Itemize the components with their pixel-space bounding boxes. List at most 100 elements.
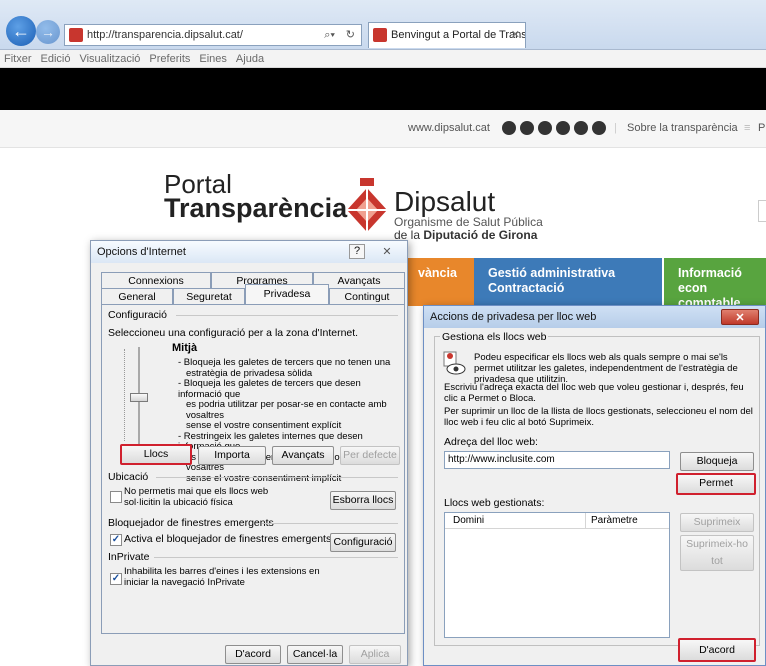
social-icons <box>498 110 606 146</box>
esborra-llocs-button[interactable]: Esborra llocs <box>330 491 396 510</box>
nav-divider: | <box>614 122 617 134</box>
internet-options-dialog: Opcions d'Internet ? ✕ Connexions Progra… <box>90 240 408 666</box>
bloquejador-checkbox[interactable]: ✓ <box>110 534 122 546</box>
internet-options-title: Opcions d'Internet <box>97 246 186 258</box>
menu-ajuda[interactable]: Ajuda <box>236 53 264 65</box>
privadesa-panel: Configuració Seleccioneu una configuraci… <box>101 304 405 634</box>
desc-line: - Bloqueja les galetes de tercers que no… <box>178 357 391 368</box>
bloqueja-button[interactable]: Bloqueja <box>680 452 754 471</box>
address-bar[interactable]: http://transparencia.dipsalut.cat/ ⌕▾ ↻ <box>64 24 362 46</box>
brand-subtitle-1: Organisme de Salut Pública <box>394 215 543 229</box>
nav-separator-icon: ≡ <box>744 122 751 134</box>
cancella-button[interactable]: Cancel·la <box>287 645 343 664</box>
column-parametre[interactable]: Paràmetre <box>591 513 638 529</box>
desc-line: sense el vostre consentiment explícit <box>186 420 342 431</box>
dipsalut-shield-logo <box>347 178 387 232</box>
tab-title: Benvingut a Portal de Trans... <box>391 29 526 41</box>
menu-visualitzacio[interactable]: Visualització <box>79 53 140 65</box>
tab-privadesa[interactable]: Privadesa <box>245 284 329 306</box>
tile-gestio[interactable]: Gestió administrativa Contractació <box>474 258 662 306</box>
site-privacy-instr1: Escriviu l'adreça exacta del lloc web qu… <box>444 382 744 404</box>
group-ubicacio-label: Ubicació <box>108 471 149 483</box>
tile-informacio-label: Informació econ comptable, pressupostàri… <box>678 266 744 306</box>
privacy-level-name: Mitjà <box>172 342 198 354</box>
aplica-button[interactable]: Aplica <box>349 645 401 664</box>
brand-name: Dipsalut <box>394 186 496 217</box>
instagram-icon[interactable] <box>556 121 570 136</box>
menu-preferits[interactable]: Preferits <box>149 53 190 65</box>
browser-tab[interactable]: Benvingut a Portal de Trans... ✕ <box>368 22 526 48</box>
separator <box>156 477 398 478</box>
tile-informacio[interactable]: Informació econ comptable, pressupostàri… <box>664 258 766 306</box>
tile-orange-label: vància <box>418 266 457 280</box>
help-icon[interactable]: ? <box>349 244 365 259</box>
privacy-level-description: - Bloqueja les galetes de tercers que no… <box>172 357 404 484</box>
facebook-icon[interactable] <box>502 121 516 136</box>
desc-line: sense el vostre consentiment implícit <box>186 472 342 484</box>
dacord-button[interactable]: D'acord <box>225 645 281 664</box>
menu-eines[interactable]: Eines <box>199 53 227 65</box>
per-defecte-button[interactable]: Per defecte <box>340 446 400 465</box>
site-favicon-icon <box>69 28 83 42</box>
internet-options-titlebar: Opcions d'Internet ? ✕ <box>91 241 407 263</box>
column-domini[interactable]: Domini <box>453 513 484 529</box>
menu-bar: Fitxer Edició Visualització Preferits Eines A… <box>0 50 766 68</box>
list-header: Domini Paràmetre <box>445 513 669 529</box>
separator <box>176 315 398 316</box>
tile-gestio-label: Gestió administrativa Contractació <box>488 266 616 295</box>
managed-sites-list[interactable]: Domini Paràmetre <box>444 512 670 638</box>
close-icon[interactable]: ✕ <box>373 243 401 261</box>
site-privacy-intro: Podeu especificar els llocs web als qual… <box>474 352 738 385</box>
website-address-input[interactable]: http://www.inclusite.com <box>444 451 670 469</box>
address-url: http://transparencia.dipsalut.cat/ <box>87 29 243 41</box>
site-domain-link[interactable]: www.dipsalut.cat <box>408 110 490 146</box>
menu-edicio[interactable]: Edició <box>41 53 71 65</box>
tab-close-icon[interactable]: ✕ <box>511 23 520 47</box>
nav-link-transparency[interactable]: Sobre la transparència <box>627 110 738 146</box>
browser-titlebar: ← → http://transparencia.dipsalut.cat/ ⌕… <box>0 0 766 50</box>
site-privacy-titlebar: Accions de privadesa per lloc web ✕ <box>424 306 765 328</box>
search-icon[interactable]: ⌕▾ <box>324 25 335 45</box>
pinterest-icon[interactable] <box>538 121 552 136</box>
ubicacio-checkbox[interactable] <box>110 491 122 503</box>
flickr-icon[interactable] <box>574 121 588 136</box>
tab-favicon-icon <box>373 28 387 42</box>
nav-link-preg[interactable]: Preg <box>758 110 766 146</box>
site-search-box[interactable] <box>758 200 766 222</box>
avancats-button[interactable]: Avançats <box>272 446 334 465</box>
dacord-button[interactable]: D'acord <box>678 638 756 662</box>
zone-prompt: Seleccioneu una configuració per a la zo… <box>108 327 359 339</box>
privacy-level-slider[interactable] <box>130 393 148 402</box>
group-configuracio-label: Configuració <box>108 309 167 321</box>
llocs-button[interactable]: Llocs <box>120 444 192 465</box>
privacy-eye-icon <box>443 351 466 375</box>
tile-orange[interactable]: vància <box>404 258 474 306</box>
group-inprivate-label: InPrivate <box>108 551 150 563</box>
youtube-icon[interactable] <box>592 121 606 136</box>
brand-sub2-bold: Diputació de Girona <box>423 228 538 242</box>
inprivate-checkbox[interactable]: ✓ <box>110 573 122 585</box>
menu-fitxer[interactable]: Fitxer <box>4 53 32 65</box>
group-bloquejador-label: Bloquejador de finestres emergents <box>108 517 274 529</box>
suprimeix-tot-button[interactable]: Suprimeix-ho tot <box>680 535 754 571</box>
refresh-icon[interactable]: ↻ <box>346 25 355 45</box>
site-privacy-title: Accions de privadesa per lloc web <box>430 311 597 323</box>
managed-sites-label: Llocs web gestionats: <box>444 497 545 509</box>
twitter-icon[interactable] <box>520 121 534 136</box>
close-icon[interactable]: ✕ <box>721 309 759 325</box>
back-arrow-icon[interactable]: ← <box>6 16 36 46</box>
site-top-bar <box>0 68 766 110</box>
configuracio-button[interactable]: Configuració <box>330 533 396 552</box>
forward-arrow-icon[interactable]: → <box>36 20 60 44</box>
importa-button[interactable]: Importa <box>198 446 266 465</box>
bloquejador-checkbox-label: Activa el bloquejador de finestres emerg… <box>124 533 332 545</box>
slider-ticks <box>124 349 132 441</box>
portal-title-line2: Transparència <box>164 193 348 223</box>
suprimeix-button[interactable]: Suprimeix <box>680 513 754 532</box>
permet-button[interactable]: Permet <box>676 473 756 495</box>
brand-subtitle-2: de la Diputació de Girona <box>394 228 537 242</box>
desc-line: - Bloqueja les galetes de tercers que de… <box>178 378 361 400</box>
group-gestiona-label: Gestiona els llocs web <box>440 331 549 343</box>
desc-line: es podria utilitzar per posar-se en cont… <box>186 399 387 421</box>
site-top-nav: www.dipsalut.cat | Sobre la transparènci… <box>0 110 766 148</box>
